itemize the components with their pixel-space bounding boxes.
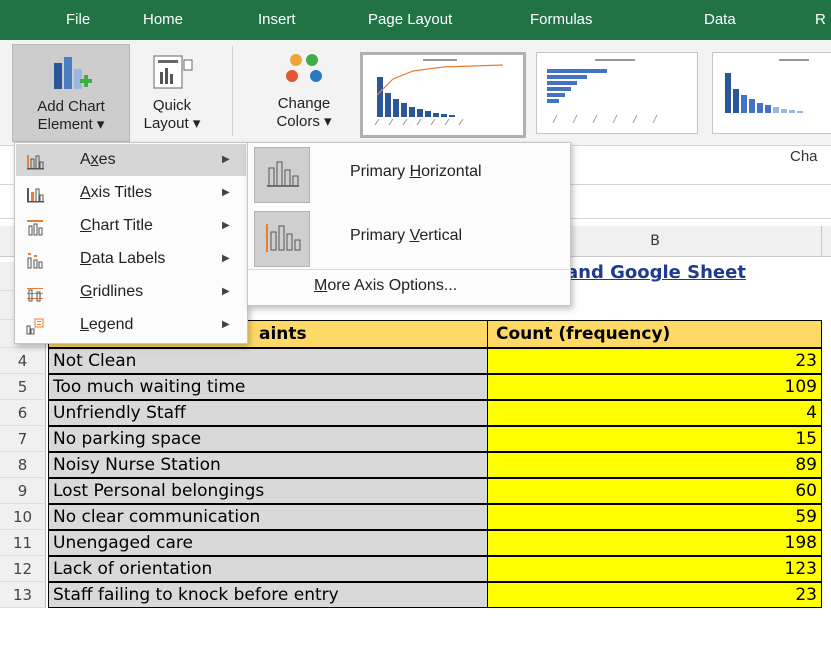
row-number[interactable]: 9 <box>0 478 46 504</box>
add-chart-element-label-2: Element ▾ <box>37 116 105 133</box>
chart-style-thumb-3-preview <box>725 59 809 113</box>
row-number[interactable]: 12 <box>0 556 46 582</box>
tab-page-layout[interactable]: Page Layout <box>368 11 452 28</box>
chart-style-thumb-3[interactable] <box>712 52 831 134</box>
menu-item-gridlines[interactable]: Gridlines ▶ <box>16 276 246 308</box>
tab-formulas[interactable]: Formulas <box>530 11 593 28</box>
submenu-arrow-icon: ▶ <box>222 253 230 264</box>
complaint-cell[interactable]: Staff failing to knock before entry <box>48 582 488 608</box>
tab-file[interactable]: File <box>66 11 90 28</box>
complaint-cell[interactable]: Lack of orientation <box>48 556 488 582</box>
header-cell-count[interactable]: Count (frequency) <box>488 320 822 348</box>
row-number[interactable]: 11 <box>0 530 46 556</box>
menu-item-legend[interactable]: Legend ▶ <box>16 309 246 341</box>
complaint-cell[interactable]: Not Clean <box>48 348 488 374</box>
quick-layout-icon <box>153 55 193 89</box>
count-cell[interactable]: 4 <box>488 400 822 426</box>
row-number[interactable]: 7 <box>0 426 46 452</box>
count-cell[interactable]: 23 <box>488 348 822 374</box>
row-number[interactable]: 6 <box>0 400 46 426</box>
change-colors-label-2: Colors ▾ <box>276 113 332 130</box>
submenu-arrow-icon: ▶ <box>222 286 230 297</box>
add-chart-element-menu: Axes ▶ Axis Titles ▶ Chart Title ▶ Data Labels… <box>14 142 248 344</box>
count-cell[interactable]: 198 <box>488 530 822 556</box>
primary-horizontal-axis-icon <box>254 147 310 203</box>
complaint-cell[interactable]: Unfriendly Staff <box>48 400 488 426</box>
chart-styles-group-label: Cha <box>790 148 818 165</box>
count-cell[interactable]: 23 <box>488 582 822 608</box>
ribbon-divider <box>232 46 233 136</box>
menu-item-axes[interactable]: Axes ▶ <box>16 144 246 176</box>
quick-layout-label-2: Layout ▾ <box>143 115 201 132</box>
quick-layout-button[interactable]: Quick Layout ▾ <box>132 46 212 140</box>
change-colors-label-1: Change <box>277 95 331 112</box>
change-colors-button[interactable]: Change Colors ▾ <box>258 46 350 140</box>
menu-item-label: Axes <box>80 151 116 168</box>
primary-horizontal-label: Primary Horizontal <box>350 163 482 180</box>
chart-style-thumb-1-preview <box>374 59 504 126</box>
add-chart-element-icon <box>54 57 92 89</box>
submenu-arrow-icon: ▶ <box>222 319 230 330</box>
submenu-arrow-icon: ▶ <box>222 220 230 231</box>
add-chart-element-button[interactable]: Add Chart Element ▾ <box>12 44 130 142</box>
menu-item-label: Axis Titles <box>80 184 153 201</box>
complaint-cell[interactable]: No parking space <box>48 426 488 452</box>
more-axis-options-item[interactable]: More Axis Options... <box>314 277 457 295</box>
complaint-cell[interactable]: Noisy Nurse Station <box>48 452 488 478</box>
submenu-separator <box>248 269 570 270</box>
axes-icon <box>26 151 44 170</box>
tab-home[interactable]: Home <box>143 11 183 28</box>
ribbon-design: Add Chart Element ▾ Quick Layout ▾ Chang… <box>0 40 831 165</box>
count-cell[interactable]: 60 <box>488 478 822 504</box>
chart-style-thumb-1[interactable] <box>360 52 526 138</box>
tab-insert[interactable]: Insert <box>258 11 296 28</box>
count-cell[interactable]: 109 <box>488 374 822 400</box>
menu-item-label: Chart Title <box>80 217 153 234</box>
complaint-cell[interactable]: Too much waiting time <box>48 374 488 400</box>
sheet-title-fragment: and Google Sheet <box>566 262 746 283</box>
menu-item-label: Legend <box>80 316 134 333</box>
primary-vertical-label: Primary Vertical <box>350 227 463 244</box>
primary-horizontal-axis-option[interactable]: Primary Horizontal <box>248 143 570 207</box>
tab-review-partial[interactable]: R <box>815 11 826 28</box>
menu-item-axis-titles[interactable]: Axis Titles ▶ <box>16 177 246 209</box>
ribbon-tab-bar: File Home Insert Page Layout Formulas Da… <box>0 0 831 40</box>
complaint-cell[interactable]: No clear communication <box>48 504 488 530</box>
add-chart-element-label-1: Add Chart <box>37 98 105 115</box>
chart-title-icon <box>26 217 44 236</box>
submenu-arrow-icon: ▶ <box>222 187 230 198</box>
complaint-cell[interactable]: Unengaged care <box>48 530 488 556</box>
menu-item-label: Gridlines <box>80 283 144 300</box>
axes-submenu: Primary Horizontal Primary Vertical More… <box>247 142 571 306</box>
menu-item-chart-title[interactable]: Chart Title ▶ <box>16 210 246 242</box>
chart-style-thumb-2[interactable] <box>536 52 698 134</box>
chart-style-thumb-2-preview <box>547 59 658 124</box>
count-cell[interactable]: 15 <box>488 426 822 452</box>
legend-icon <box>26 316 44 335</box>
axis-titles-icon <box>26 184 44 203</box>
count-cell[interactable]: 59 <box>488 504 822 530</box>
complaint-cell[interactable]: Lost Personal belongings <box>48 478 488 504</box>
menu-item-data-labels[interactable]: Data Labels ▶ <box>16 243 246 275</box>
primary-vertical-axis-option[interactable]: Primary Vertical <box>248 207 570 271</box>
primary-vertical-axis-icon <box>254 211 310 267</box>
row-number[interactable]: 8 <box>0 452 46 478</box>
row-number[interactable]: 4 <box>0 348 46 374</box>
gridlines-icon <box>26 283 44 302</box>
count-cell[interactable]: 89 <box>488 452 822 478</box>
row-number[interactable]: 13 <box>0 582 46 608</box>
quick-layout-label-1: Quick <box>152 97 192 114</box>
row-number[interactable]: 10 <box>0 504 46 530</box>
menu-item-label: Data Labels <box>80 250 166 267</box>
data-labels-icon <box>26 250 44 269</box>
row-number[interactable]: 5 <box>0 374 46 400</box>
count-cell[interactable]: 123 <box>488 556 822 582</box>
submenu-arrow-icon: ▶ <box>222 154 230 165</box>
change-colors-icon <box>286 54 322 82</box>
tab-data[interactable]: Data <box>704 11 736 28</box>
